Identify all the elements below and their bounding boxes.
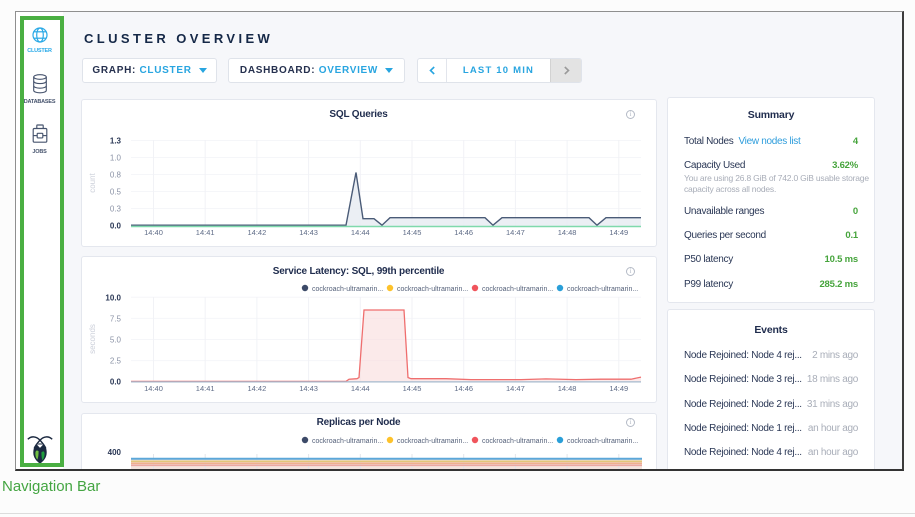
svg-text:14:43: 14:43 (299, 384, 318, 393)
svg-text:5.0: 5.0 (110, 336, 122, 345)
svg-text:14:47: 14:47 (506, 384, 525, 393)
svg-text:1.0: 1.0 (110, 154, 122, 163)
svg-text:0.0: 0.0 (110, 222, 122, 231)
svg-text:14:45: 14:45 (403, 384, 422, 393)
svg-text:seconds: seconds (88, 324, 97, 354)
svg-text:0.3: 0.3 (110, 205, 122, 214)
svg-text:cockroach-ultramarin...: cockroach-ultramarin... (567, 286, 638, 293)
svg-text:14:49: 14:49 (609, 384, 628, 393)
svg-text:14:44: 14:44 (351, 228, 370, 237)
svg-text:14:48: 14:48 (558, 228, 577, 237)
svg-text:cockroach-ultramarin...: cockroach-ultramarin... (482, 438, 553, 445)
svg-text:14:47: 14:47 (506, 228, 525, 237)
svg-text:14:46: 14:46 (454, 228, 473, 237)
svg-text:14:43: 14:43 (299, 228, 318, 237)
svg-text:14:45: 14:45 (403, 228, 422, 237)
svg-text:cockroach-ultramarin...: cockroach-ultramarin... (567, 438, 638, 445)
svg-text:1.3: 1.3 (110, 137, 122, 146)
svg-text:14:41: 14:41 (196, 228, 215, 237)
svg-text:14:46: 14:46 (454, 384, 473, 393)
svg-text:14:48: 14:48 (558, 384, 577, 393)
svg-text:cockroach-ultramarin...: cockroach-ultramarin... (312, 438, 383, 445)
svg-text:14:40: 14:40 (144, 228, 163, 237)
svg-text:count: count (88, 172, 97, 192)
svg-text:14:40: 14:40 (144, 384, 163, 393)
svg-text:0.0: 0.0 (110, 378, 122, 387)
svg-text:cockroach-ultramarin...: cockroach-ultramarin... (312, 286, 383, 293)
svg-text:0.5: 0.5 (110, 188, 122, 197)
svg-text:400: 400 (108, 448, 122, 457)
svg-text:14:44: 14:44 (351, 384, 370, 393)
svg-text:7.5: 7.5 (110, 314, 122, 323)
svg-text:2.5: 2.5 (110, 357, 122, 366)
svg-text:cockroach-ultramarin...: cockroach-ultramarin... (397, 438, 468, 445)
svg-text:14:42: 14:42 (248, 228, 267, 237)
svg-text:14:41: 14:41 (196, 384, 215, 393)
svg-text:cockroach-ultramarin...: cockroach-ultramarin... (482, 286, 553, 293)
svg-text:14:49: 14:49 (609, 228, 628, 237)
svg-text:10.0: 10.0 (105, 293, 121, 302)
svg-text:14:42: 14:42 (248, 384, 267, 393)
svg-text:0.8: 0.8 (110, 171, 122, 180)
svg-text:cockroach-ultramarin...: cockroach-ultramarin... (397, 286, 468, 293)
